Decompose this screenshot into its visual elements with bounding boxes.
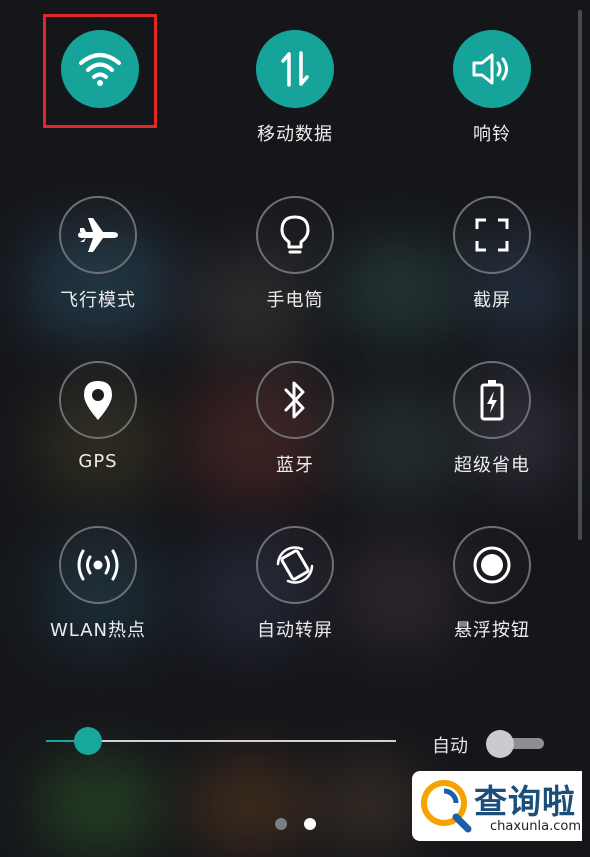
screenshot-frame-icon	[475, 218, 509, 252]
watermark: 查询啦 chaxunla.com	[412, 771, 582, 841]
brightness-slider-thumb[interactable]	[74, 727, 102, 755]
hotspot-icon	[77, 549, 119, 581]
gps-label: GPS	[78, 451, 118, 472]
page-indicator-dot-1[interactable]	[275, 818, 287, 830]
rotate-icon	[276, 546, 314, 584]
floating-button-label: 悬浮按钮	[454, 620, 530, 641]
hotspot-label: WLAN热点	[49, 620, 147, 641]
screenshot-toggle[interactable]	[453, 196, 531, 274]
speaker-icon	[472, 53, 508, 85]
mobile-data-arrows-icon	[281, 51, 309, 87]
watermark-title: 查询啦	[474, 782, 576, 821]
ringer-tile[interactable]: 响铃	[412, 30, 572, 146]
page-indicator-dot-2[interactable]	[304, 818, 316, 830]
scrollbar[interactable]	[578, 10, 582, 540]
bluetooth-icon	[284, 381, 305, 419]
gps-toggle[interactable]	[59, 361, 137, 439]
airplane-label: 飞行模式	[60, 290, 136, 311]
mobile-data-tile[interactable]: 移动数据	[215, 30, 375, 146]
airplane-toggle[interactable]	[59, 196, 137, 274]
power-saver-tile[interactable]: 超级省电	[412, 361, 572, 477]
flashlight-toggle[interactable]	[256, 196, 334, 274]
wifi-highlight-box	[43, 14, 157, 128]
auto-brightness-toggle[interactable]	[486, 730, 546, 758]
airplane-tile[interactable]: 飞行模式	[18, 196, 178, 312]
flashlight-tile[interactable]: 手电筒	[215, 196, 375, 312]
auto-rotate-label: 自动转屏	[257, 620, 333, 641]
floating-button-toggle[interactable]	[453, 526, 531, 604]
hotspot-tile[interactable]: WLAN热点	[18, 526, 178, 642]
auto-rotate-tile[interactable]: 自动转屏	[215, 526, 375, 642]
mobile-data-label: 移动数据	[257, 124, 333, 145]
power-saver-toggle[interactable]	[453, 361, 531, 439]
battery-bolt-icon	[480, 380, 504, 421]
brightness-slider[interactable]	[46, 727, 396, 755]
toggle-knob[interactable]	[486, 730, 514, 758]
auto-brightness-label: 自动	[432, 736, 468, 757]
ringer-toggle[interactable]	[453, 30, 531, 108]
auto-rotate-toggle[interactable]	[256, 526, 334, 604]
floating-button-tile[interactable]: 悬浮按钮	[412, 526, 572, 642]
screenshot-tile[interactable]: 截屏	[412, 196, 572, 312]
bluetooth-toggle[interactable]	[256, 361, 334, 439]
screenshot-label: 截屏	[473, 290, 511, 311]
bluetooth-label: 蓝牙	[276, 455, 314, 476]
power-saver-label: 超级省电	[454, 455, 530, 476]
bluetooth-tile[interactable]: 蓝牙	[215, 361, 375, 477]
airplane-icon	[78, 218, 118, 252]
floating-button-icon	[473, 546, 511, 584]
flashlight-label: 手电筒	[266, 290, 324, 311]
gps-tile[interactable]: GPS	[18, 361, 178, 472]
mobile-data-toggle[interactable]	[256, 30, 334, 108]
lightbulb-icon	[280, 215, 310, 254]
watermark-url: chaxunla.com	[490, 819, 581, 834]
ringer-label: 响铃	[473, 124, 511, 145]
search-magnifier-logo-icon	[421, 780, 472, 833]
location-pin-icon	[84, 381, 112, 420]
hotspot-toggle[interactable]	[59, 526, 137, 604]
